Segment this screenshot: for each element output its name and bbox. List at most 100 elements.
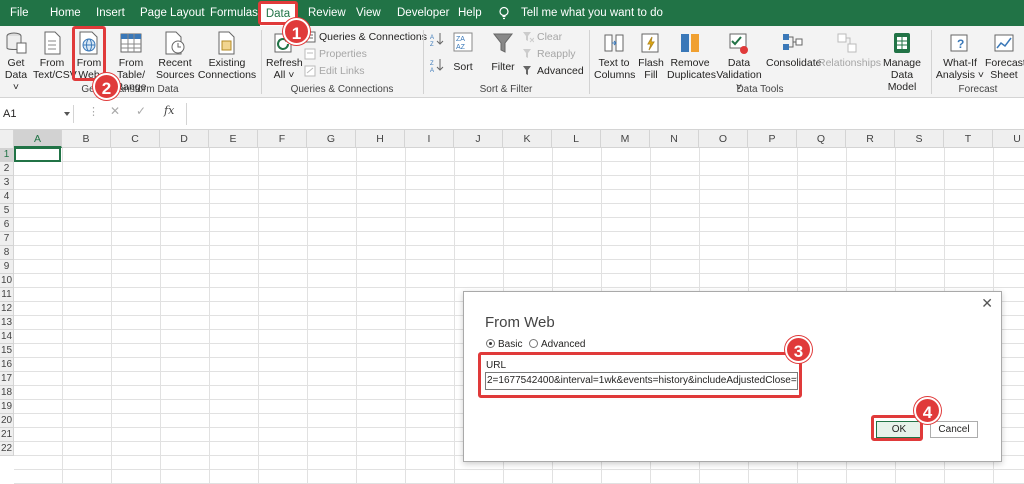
tab-formulas[interactable]: Formulas: [210, 0, 258, 26]
remove-duplicates-button[interactable]: Remove Duplicates: [667, 28, 716, 81]
row-header-16[interactable]: 16: [0, 358, 14, 372]
row-header-21[interactable]: 21: [0, 428, 14, 442]
tab-file[interactable]: File: [10, 0, 29, 26]
row-header-9[interactable]: 9: [0, 260, 14, 274]
row-header-7[interactable]: 7: [0, 232, 14, 246]
what-if-analysis-button[interactable]: ? What-If Analysis ˅: [935, 28, 985, 81]
recent-clock-icon: [165, 31, 185, 55]
tab-developer[interactable]: Developer: [397, 0, 449, 26]
column-header-q[interactable]: Q: [797, 130, 846, 148]
column-header-d[interactable]: D: [160, 130, 209, 148]
column-header-e[interactable]: E: [209, 130, 258, 148]
tab-view[interactable]: View: [356, 0, 381, 26]
column-header-o[interactable]: O: [699, 130, 748, 148]
cancel-button[interactable]: Cancel: [930, 421, 978, 438]
forecast-sheet-button[interactable]: Forecast Sheet: [985, 28, 1024, 81]
tab-help[interactable]: Help: [458, 0, 482, 26]
column-header-u[interactable]: U: [993, 130, 1024, 148]
existing-connections-button[interactable]: Existing Connections: [197, 28, 257, 81]
consolidate-icon: [783, 34, 803, 50]
column-header-j[interactable]: J: [454, 130, 503, 148]
enter-checkmark-icon[interactable]: ✓: [136, 104, 146, 118]
reapply-button[interactable]: Reapply: [522, 46, 576, 63]
properties-button[interactable]: Properties: [304, 46, 367, 63]
column-header-g[interactable]: G: [307, 130, 356, 148]
row-header-14[interactable]: 14: [0, 330, 14, 344]
active-cell-a1[interactable]: [14, 147, 61, 162]
forecast-sheet-label-2: Sheet: [990, 69, 1018, 81]
basic-radio[interactable]: Basic: [486, 339, 522, 350]
svg-text:Z: Z: [430, 42, 434, 46]
row-header-17[interactable]: 17: [0, 372, 14, 386]
advanced-filter-button[interactable]: Advanced: [522, 63, 584, 80]
row-header-3[interactable]: 3: [0, 176, 14, 190]
sort-za-icon[interactable]: ZA: [430, 58, 444, 72]
column-header-l[interactable]: L: [552, 130, 601, 148]
tab-insert[interactable]: Insert: [96, 0, 125, 26]
column-header-t[interactable]: T: [944, 130, 993, 148]
edit-links-icon: [304, 65, 316, 77]
column-header-i[interactable]: I: [405, 130, 454, 148]
consolidate-button[interactable]: Consolidate: [766, 28, 821, 69]
column-header-f[interactable]: F: [258, 130, 307, 148]
row-header-5[interactable]: 5: [0, 204, 14, 218]
recent-sources-label-1: Recent: [158, 57, 192, 69]
row-header-19[interactable]: 19: [0, 400, 14, 414]
tell-me-search[interactable]: Tell me what you want to do: [521, 0, 663, 26]
select-all-corner[interactable]: [0, 130, 14, 148]
column-header-p[interactable]: P: [748, 130, 797, 148]
column-header-s[interactable]: S: [895, 130, 944, 148]
edit-links-button[interactable]: Edit Links: [304, 63, 365, 80]
insert-function-icon[interactable]: fx: [164, 104, 174, 117]
svg-text:A: A: [430, 68, 434, 72]
queries-connections-button[interactable]: Queries & Connections: [304, 29, 427, 46]
sort-az-icon[interactable]: AZ: [430, 32, 444, 46]
row-header-15[interactable]: 15: [0, 344, 14, 358]
row-header-4[interactable]: 4: [0, 190, 14, 204]
column-header-r[interactable]: R: [846, 130, 895, 148]
tab-home[interactable]: Home: [50, 0, 81, 26]
row-header-1[interactable]: 1: [0, 148, 14, 162]
column-header-h[interactable]: H: [356, 130, 405, 148]
clear-filter-button[interactable]: Clear: [522, 29, 562, 46]
row-header-22[interactable]: 22: [0, 442, 14, 456]
filter-label: Filter: [491, 61, 515, 73]
table-icon: [120, 33, 142, 53]
row-header-20[interactable]: 20: [0, 414, 14, 428]
row-header-18[interactable]: 18: [0, 386, 14, 400]
formula-input[interactable]: [186, 103, 1024, 125]
group-label-data-tools: Data Tools: [736, 84, 784, 95]
relationships-button[interactable]: Relationships: [818, 28, 881, 69]
column-header-n[interactable]: N: [650, 130, 699, 148]
row-header-2[interactable]: 2: [0, 162, 14, 176]
from-text-csv-button[interactable]: From Text/CSV: [33, 28, 77, 81]
row-header-12[interactable]: 12: [0, 302, 14, 316]
row-header-13[interactable]: 13: [0, 316, 14, 330]
remove-duplicates-icon: [681, 34, 699, 52]
cancel-icon[interactable]: ✕: [110, 104, 120, 118]
column-header-k[interactable]: K: [503, 130, 552, 148]
filter-button[interactable]: Filter: [488, 28, 518, 73]
name-box[interactable]: A1: [0, 105, 74, 123]
group-label-get-transform: Get & Transform Data: [81, 84, 179, 95]
close-icon[interactable]: ✕: [981, 295, 993, 312]
manage-data-model-label-1: Manage: [883, 57, 921, 69]
tab-review[interactable]: Review: [308, 0, 346, 26]
tab-page-layout[interactable]: Page Layout: [140, 0, 205, 26]
row-header-8[interactable]: 8: [0, 246, 14, 260]
column-header-a[interactable]: A: [14, 130, 62, 148]
column-header-b[interactable]: B: [62, 130, 111, 148]
text-to-columns-button[interactable]: Text to Columns: [594, 28, 635, 81]
column-header-c[interactable]: C: [111, 130, 160, 148]
flash-fill-button[interactable]: Flash Fill: [637, 28, 665, 81]
advanced-radio[interactable]: Advanced: [529, 339, 585, 350]
row-header-11[interactable]: 11: [0, 288, 14, 302]
recent-sources-button[interactable]: Recent Sources: [156, 28, 195, 81]
row-header-6[interactable]: 6: [0, 218, 14, 232]
chevron-down-icon[interactable]: [64, 112, 70, 116]
sort-button[interactable]: ZA AZ Sort: [450, 28, 476, 73]
callout-badge-4: 4: [914, 397, 941, 424]
column-header-m[interactable]: M: [601, 130, 650, 148]
flash-fill-label-2: Fill: [644, 69, 658, 81]
row-header-10[interactable]: 10: [0, 274, 14, 288]
